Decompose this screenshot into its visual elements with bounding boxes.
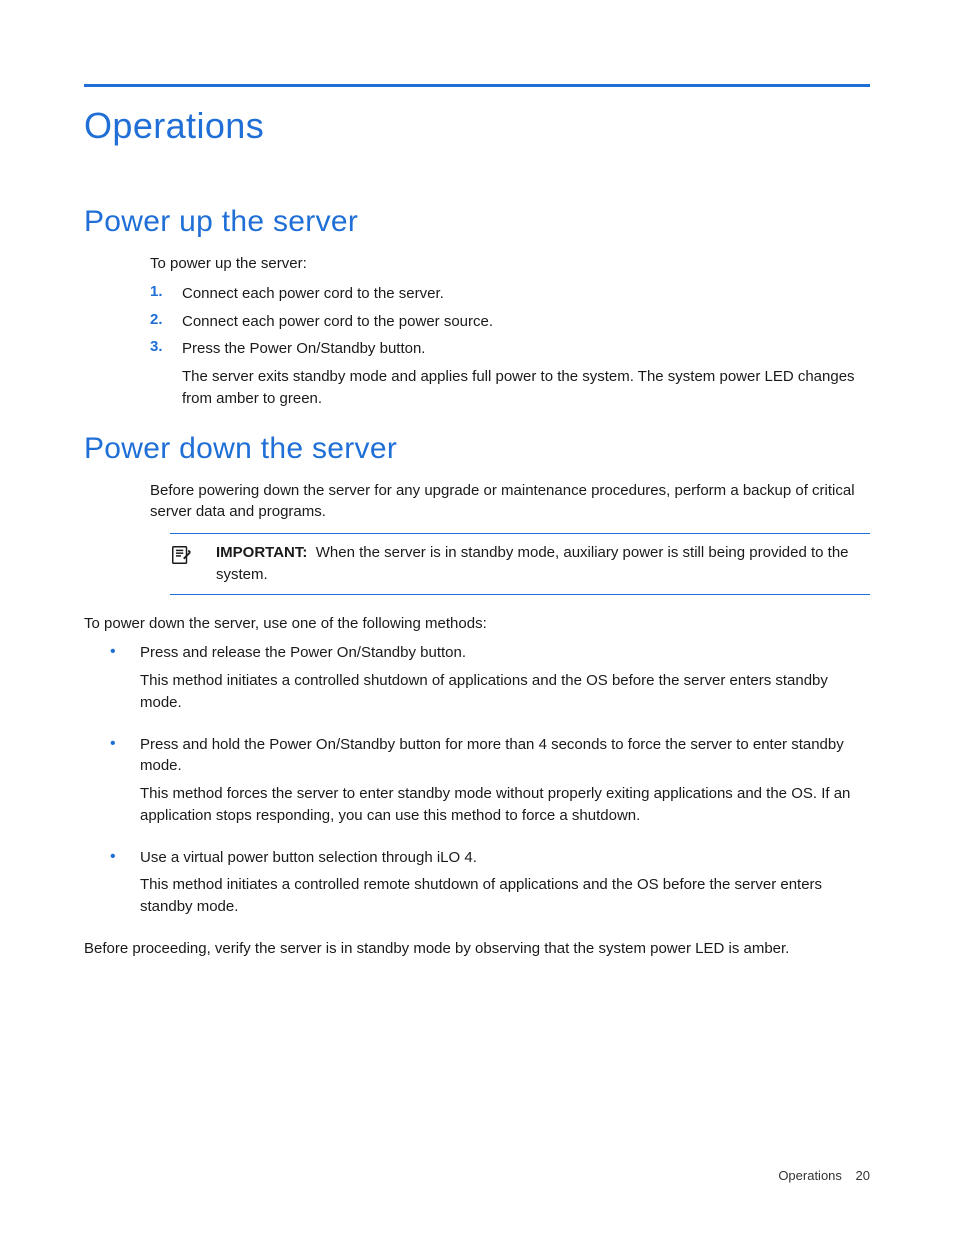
power-up-steps: 1. Connect each power cord to the server… [150, 283, 870, 410]
section-power-up-body: To power up the server: 1. Connect each … [150, 253, 870, 410]
bullet-lead: Use a virtual power button selection thr… [140, 847, 870, 869]
bullet-icon: • [110, 642, 122, 719]
step-lead: Press the Power On/Standby button. [182, 340, 425, 357]
top-rule [84, 84, 870, 87]
step-text: Connect each power cord to the server. [182, 283, 870, 305]
methods-intro: To power down the server, use one of the… [84, 613, 870, 635]
power-down-closing: Before proceeding, verify the server is … [84, 938, 870, 960]
list-item: • Use a virtual power button selection t… [110, 847, 870, 924]
bullet-lead: Press and release the Power On/Standby b… [140, 642, 870, 664]
footer-page-number: 20 [856, 1168, 870, 1183]
note-body: When the server is in standby mode, auxi… [216, 544, 849, 583]
step-number: 2. [150, 311, 168, 333]
bullet-icon: • [110, 734, 122, 833]
page: Operations Power up the server To power … [0, 0, 954, 1235]
note-text: IMPORTANT: When the server is in standby… [216, 542, 866, 586]
note-label: IMPORTANT: [216, 544, 307, 561]
section-power-down-body: Before powering down the server for any … [150, 480, 870, 960]
bullet-detail: This method forces the server to enter s… [140, 783, 870, 827]
step-text: Connect each power cord to the power sou… [182, 311, 870, 333]
list-item: • Press and release the Power On/Standby… [110, 642, 870, 719]
list-item: 1. Connect each power cord to the server… [150, 283, 870, 305]
list-item: 2. Connect each power cord to the power … [150, 311, 870, 333]
section-power-down-title: Power down the server [84, 432, 870, 466]
page-footer: Operations 20 [778, 1168, 870, 1183]
step-number: 1. [150, 283, 168, 305]
important-note: IMPORTANT: When the server is in standby… [170, 533, 870, 595]
bullet-icon: • [110, 847, 122, 924]
power-down-intro: Before powering down the server for any … [150, 480, 870, 524]
note-icon [170, 542, 194, 586]
bullet-detail: This method initiates a controlled shutd… [140, 670, 870, 714]
power-up-intro: To power up the server: [150, 253, 870, 275]
list-item: 3. Press the Power On/Standby button. Th… [150, 338, 870, 409]
bullet-lead: Press and hold the Power On/Standby butt… [140, 734, 870, 778]
list-item: • Press and hold the Power On/Standby bu… [110, 734, 870, 833]
step-detail: The server exits standby mode and applie… [182, 366, 870, 410]
bullet-detail: This method initiates a controlled remot… [140, 874, 870, 918]
power-down-methods: • Press and release the Power On/Standby… [84, 642, 870, 924]
step-number: 3. [150, 338, 168, 409]
chapter-title: Operations [84, 105, 870, 147]
step-text: Press the Power On/Standby button. The s… [182, 338, 870, 409]
footer-section: Operations [778, 1168, 842, 1183]
section-power-up-title: Power up the server [84, 205, 870, 239]
